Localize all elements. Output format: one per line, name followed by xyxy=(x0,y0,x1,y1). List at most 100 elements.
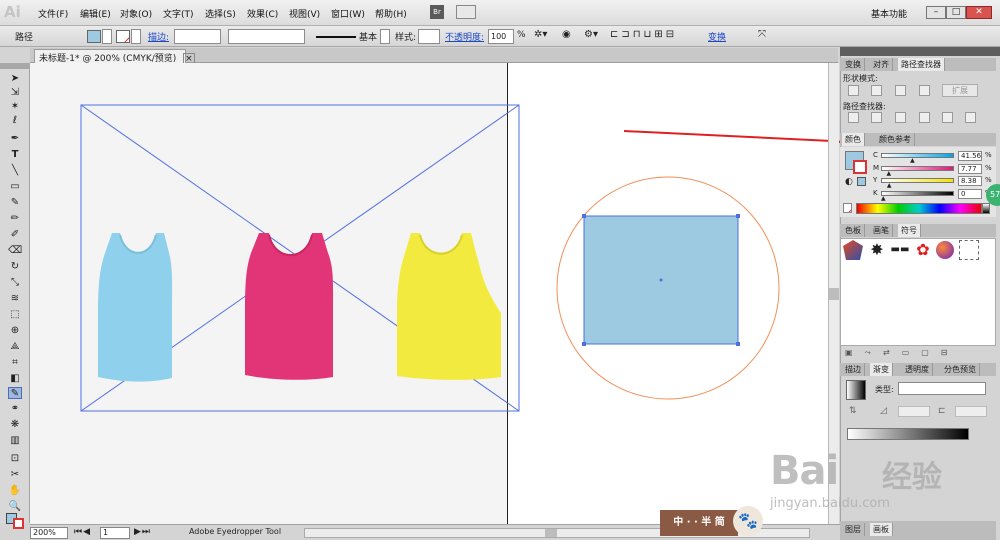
tab-color[interactable]: 颜色 xyxy=(842,133,865,146)
merge-icon[interactable] xyxy=(895,112,906,123)
channel-value-m[interactable]: 7.77 xyxy=(958,163,982,174)
gradient-angle-field[interactable] xyxy=(898,406,930,417)
tab-symbols[interactable]: 符号 xyxy=(898,224,921,237)
tab-separations-preview[interactable]: 分色预览 xyxy=(941,363,980,376)
gradient-type-dropdown[interactable] xyxy=(898,382,986,395)
expand-button[interactable]: 扩展 xyxy=(942,84,978,97)
toolbox-grip[interactable] xyxy=(0,63,30,69)
gradient-tool-icon[interactable]: ◧ xyxy=(8,373,22,385)
bridge-icon[interactable]: Br xyxy=(430,5,444,19)
symbols-footer-icons[interactable]: ▣⤳⇄▭▢⊟ xyxy=(845,348,985,358)
exclude-icon[interactable] xyxy=(919,85,930,96)
artboard-next-buttons[interactable]: ▶⏭ xyxy=(134,527,160,539)
tab-transparency[interactable]: 透明度 xyxy=(902,363,933,376)
tab-artboards[interactable]: 画板 xyxy=(870,523,893,536)
mesh-tool-icon[interactable]: ⌗ xyxy=(8,357,22,369)
align-icons[interactable]: ⊏⊐⊓⊔⊞⊟ xyxy=(610,29,700,43)
vertical-scroll-thumb[interactable] xyxy=(829,288,839,300)
symbol-ribbon[interactable]: ✿ xyxy=(913,240,933,260)
artboard-prev-buttons[interactable]: ⏮◀ xyxy=(74,527,100,539)
channel-slider-thumb[interactable]: ▲ xyxy=(887,183,892,189)
variable-width-dropdown[interactable] xyxy=(228,29,305,44)
lasso-tool-icon[interactable]: ℓ xyxy=(8,115,22,127)
graph-tool-icon[interactable]: ▥ xyxy=(8,435,22,447)
horizontal-scroll-thumb[interactable] xyxy=(545,529,557,537)
channel-slider-thumb[interactable]: ▲ xyxy=(910,158,915,164)
tab-gradient[interactable]: 渐变 xyxy=(870,363,893,376)
fill-color-swatch[interactable] xyxy=(87,30,101,43)
channel-slider-thumb[interactable]: ▲ xyxy=(886,170,891,177)
direct-selection-tool-icon[interactable]: ⇲ xyxy=(8,87,22,99)
channel-slider-c[interactable] xyxy=(881,153,954,158)
menu-edit[interactable]: 编辑(E) xyxy=(80,7,111,20)
pencil-tool-icon[interactable]: ✏ xyxy=(8,213,22,225)
anchor-handle[interactable] xyxy=(582,342,586,346)
color-spectrum-bar[interactable] xyxy=(856,203,982,214)
menu-view[interactable]: 视图(V) xyxy=(289,7,320,20)
opacity-link[interactable]: 不透明度: xyxy=(445,30,484,43)
color-stroke-swatch[interactable] xyxy=(853,160,867,174)
type-tool-icon[interactable]: T xyxy=(8,149,22,161)
stroke-link[interactable]: 描边: xyxy=(148,30,169,43)
menu-window[interactable]: 窗口(W) xyxy=(331,7,365,20)
document-tab[interactable]: 未标题-1* @ 200% (CMYK/预览) × xyxy=(34,49,195,65)
zoom-tool-icon[interactable]: 🔍 xyxy=(8,501,22,513)
opacity-field[interactable]: 100 xyxy=(488,29,514,44)
transform-link[interactable]: 变换 xyxy=(708,30,726,43)
menu-effect[interactable]: 效果(C) xyxy=(247,7,278,20)
tab-transform[interactable]: 变换 xyxy=(842,58,865,71)
menu-select[interactable]: 选择(S) xyxy=(205,7,236,20)
maximize-button[interactable]: □ xyxy=(946,6,966,19)
channel-value-c[interactable]: 41.56 xyxy=(958,151,982,161)
rotate-tool-icon[interactable]: ↻ xyxy=(8,261,22,273)
channel-slider-y[interactable] xyxy=(881,178,954,183)
symbol-splatter[interactable]: ✸ xyxy=(867,240,887,260)
intersect-icon[interactable] xyxy=(895,85,906,96)
rectangle-tool-icon[interactable]: ▭ xyxy=(8,181,22,193)
outline-icon[interactable] xyxy=(942,112,953,123)
tab-align[interactable]: 对齐 xyxy=(870,58,893,71)
minus-back-icon[interactable] xyxy=(965,112,976,123)
channel-value-k[interactable]: 0 xyxy=(958,188,982,199)
artboard-tool-icon[interactable]: ⊡ xyxy=(8,453,22,465)
last-color-swatch[interactable] xyxy=(857,177,866,186)
scale-tool-icon[interactable]: ⤡ xyxy=(8,277,22,289)
pen-tool-icon[interactable]: ✒ xyxy=(8,133,22,145)
eyedropper-tool-icon[interactable]: ✎ xyxy=(8,387,22,399)
toolbox-stroke-swatch[interactable] xyxy=(13,518,24,529)
symbol-frame[interactable] xyxy=(959,240,979,260)
paintbrush-tool-icon[interactable]: ✎ xyxy=(8,197,22,209)
isolate-icon[interactable]: ⤧ xyxy=(758,29,770,43)
minimize-button[interactable]: – xyxy=(926,6,946,19)
gradient-slider[interactable] xyxy=(847,428,969,440)
close-window-button[interactable]: ✕ xyxy=(966,6,992,19)
blob-brush-tool-icon[interactable]: ✐ xyxy=(8,229,22,241)
stroke-color-swatch[interactable] xyxy=(116,30,130,43)
artboard-number-field[interactable]: 1 xyxy=(100,527,130,539)
tab-stroke[interactable]: 描边 xyxy=(842,363,865,376)
channel-value-y[interactable]: 8.38 xyxy=(958,176,982,186)
panel-dock-header[interactable] xyxy=(840,47,1000,56)
gradient-aspect-field[interactable] xyxy=(955,406,987,417)
menu-object[interactable]: 对象(O) xyxy=(120,7,152,20)
channel-slider-m[interactable] xyxy=(881,165,954,171)
graphic-style-dropdown[interactable] xyxy=(418,29,440,44)
global-edit-icon[interactable]: ◉ xyxy=(562,29,574,43)
menu-help[interactable]: 帮助(H) xyxy=(375,7,407,20)
document-setup-icon[interactable]: ⚙▾ xyxy=(584,29,602,43)
slice-tool-icon[interactable]: ✂ xyxy=(8,469,22,481)
stroke-dropdown[interactable] xyxy=(131,29,141,44)
eraser-tool-icon[interactable]: ⌫ xyxy=(8,245,22,257)
menu-type[interactable]: 文字(T) xyxy=(163,7,194,20)
fill-dropdown[interactable] xyxy=(102,29,112,44)
channel-slider-thumb[interactable]: ▲ xyxy=(881,195,886,202)
cmyk-spectrum-icon[interactable]: ◐ xyxy=(845,177,853,187)
gradient-reverse-icon[interactable]: ⇅ xyxy=(849,406,857,416)
stroke-weight-field[interactable] xyxy=(174,29,221,44)
tab-swatches[interactable]: 色板 xyxy=(842,224,865,237)
divide-icon[interactable] xyxy=(848,112,859,123)
line-tool-icon[interactable]: ╲ xyxy=(8,165,22,177)
unite-icon[interactable] xyxy=(848,85,859,96)
arrange-documents-icon[interactable] xyxy=(456,5,476,19)
gradient-preview-swatch[interactable] xyxy=(846,380,866,400)
